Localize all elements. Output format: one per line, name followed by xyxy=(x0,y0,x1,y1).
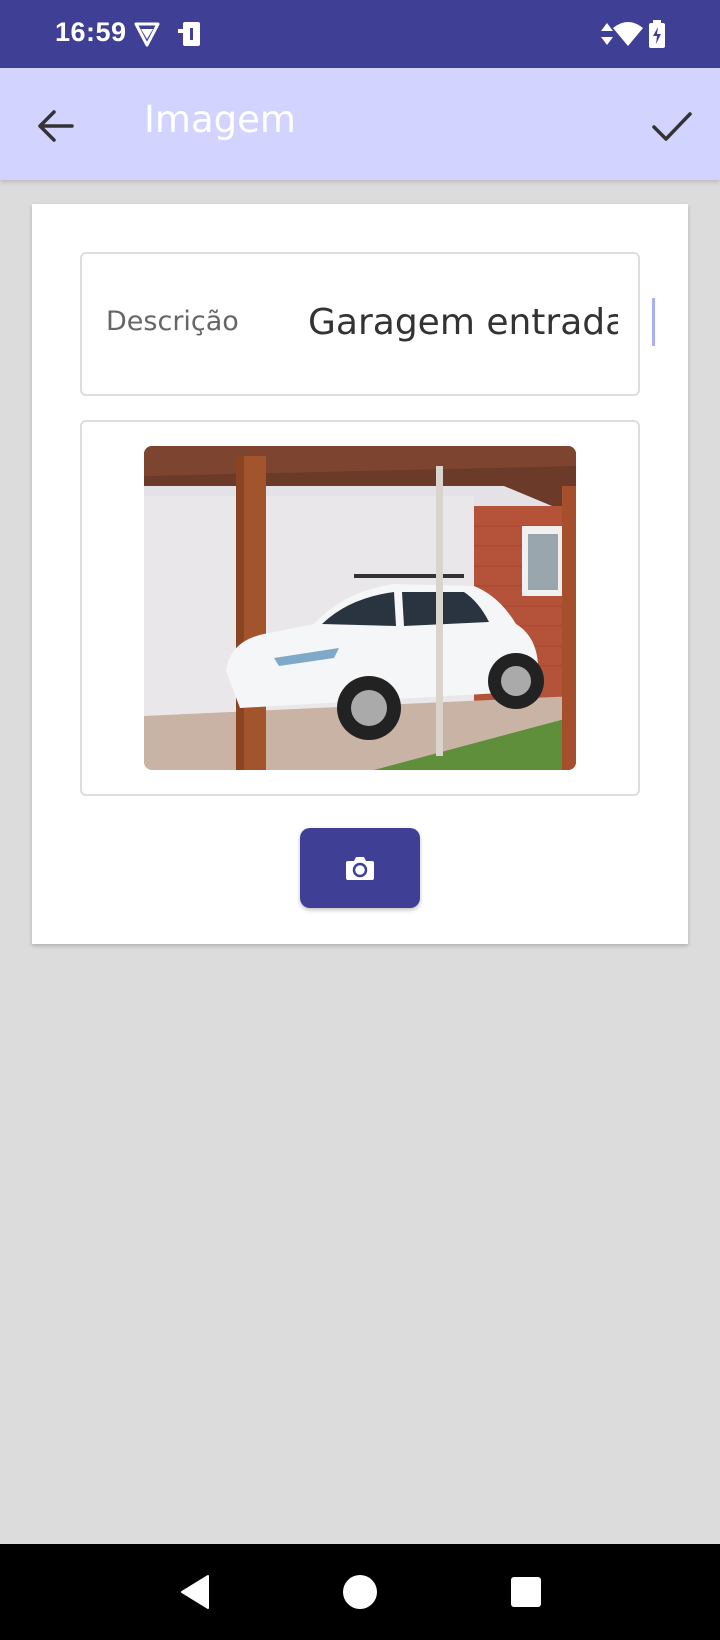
photo-image xyxy=(144,446,576,770)
vpn-shield-icon xyxy=(134,22,160,47)
description-field[interactable]: Descrição xyxy=(80,252,655,396)
description-label: Descrição xyxy=(106,306,239,337)
arrow-back-icon xyxy=(38,110,74,142)
camera-button[interactable] xyxy=(300,828,420,908)
app-bar: Imagem xyxy=(0,68,720,180)
image-form-card: Descrição xyxy=(32,204,688,944)
status-bar: 16:59 xyxy=(0,0,720,68)
wifi-icon xyxy=(613,22,643,46)
text-cursor xyxy=(652,298,655,346)
image-preview-box[interactable] xyxy=(80,420,640,796)
page-title: Imagem xyxy=(144,98,296,141)
check-icon xyxy=(652,112,692,141)
camera-icon xyxy=(346,857,374,880)
back-button[interactable] xyxy=(30,100,82,152)
car-photo[interactable] xyxy=(144,446,576,770)
recents-square-icon[interactable] xyxy=(506,1572,546,1612)
confirm-button[interactable] xyxy=(646,100,698,152)
work-profile-icon xyxy=(178,22,200,46)
battery-charging-icon xyxy=(649,20,665,48)
back-triangle-icon[interactable] xyxy=(176,1572,216,1612)
system-nav-bar xyxy=(0,1544,720,1640)
status-time: 16:59 xyxy=(55,17,127,47)
home-circle-icon[interactable] xyxy=(340,1572,380,1612)
description-input[interactable] xyxy=(308,290,618,354)
